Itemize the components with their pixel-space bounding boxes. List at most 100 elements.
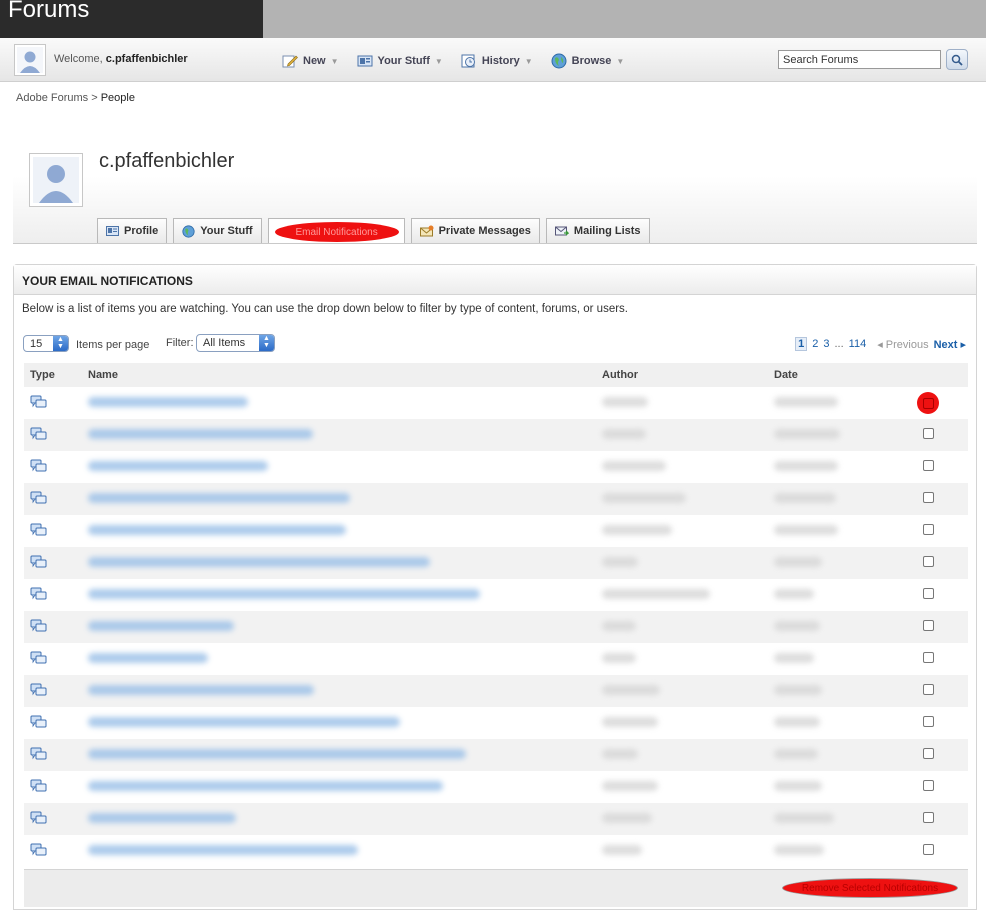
row-author-cell[interactable]	[596, 387, 768, 419]
page-3[interactable]: 3	[823, 338, 829, 350]
tab-email-notifications[interactable]: Email Notifications	[267, 218, 405, 243]
row-name-cell[interactable]	[82, 643, 596, 675]
table-row[interactable]	[24, 739, 968, 771]
tab-profile[interactable]: Profile	[97, 218, 168, 243]
nav-browse[interactable]: Browse ▼	[551, 53, 624, 69]
row-name-cell[interactable]	[82, 419, 596, 451]
search-button[interactable]	[946, 49, 968, 70]
row-name-cell[interactable]	[82, 451, 596, 483]
table-row[interactable]	[24, 771, 968, 803]
table-row[interactable]	[24, 387, 968, 419]
previous-page: ◂ Previous	[877, 338, 929, 351]
row-author-cell[interactable]	[596, 675, 768, 707]
row-author-cell[interactable]	[596, 707, 768, 739]
row-name-cell[interactable]	[82, 739, 596, 771]
user-avatar[interactable]	[14, 44, 46, 76]
tab-mailing-lists[interactable]: Mailing Lists	[545, 218, 650, 243]
row-checkbox[interactable]	[922, 492, 934, 503]
row-author-cell[interactable]	[596, 515, 768, 547]
page-2[interactable]: 2	[812, 338, 818, 350]
table-row[interactable]	[24, 835, 968, 867]
discussion-icon	[30, 747, 47, 759]
row-author-cell[interactable]	[596, 835, 768, 867]
table-row[interactable]	[24, 675, 968, 707]
row-name-cell[interactable]	[82, 387, 596, 419]
row-name-cell[interactable]	[82, 675, 596, 707]
mailing-icon	[554, 226, 569, 236]
breadcrumb: Adobe Forums > People	[16, 92, 135, 104]
row-author-cell[interactable]	[596, 579, 768, 611]
row-checkbox[interactable]	[922, 780, 934, 791]
table-row[interactable]	[24, 515, 968, 547]
row-checkbox[interactable]	[922, 748, 934, 759]
nav-history-label: History	[481, 55, 520, 67]
nav-history[interactable]: History ▼	[461, 53, 533, 69]
row-author-cell[interactable]	[596, 483, 768, 515]
row-name-cell[interactable]	[82, 483, 596, 515]
next-page[interactable]: Next ▸	[934, 338, 966, 351]
row-date-cell	[768, 803, 888, 835]
row-author-cell[interactable]	[596, 547, 768, 579]
breadcrumb-root[interactable]: Adobe Forums	[16, 92, 88, 104]
row-type-cell	[24, 707, 82, 739]
table-row[interactable]	[24, 579, 968, 611]
row-author-cell[interactable]	[596, 643, 768, 675]
table-row[interactable]	[24, 611, 968, 643]
welcome-username[interactable]: c.pfaffenbichler	[106, 53, 188, 65]
row-checkbox[interactable]	[922, 524, 934, 535]
row-checkbox[interactable]	[922, 844, 934, 855]
nav-your-stuff[interactable]: Your Stuff ▼	[357, 53, 443, 69]
row-type-cell	[24, 739, 82, 771]
row-checkbox[interactable]	[917, 392, 939, 414]
row-checkbox[interactable]	[922, 588, 934, 599]
page-last[interactable]: 114	[849, 338, 867, 350]
previous-page-label: Previous	[885, 338, 929, 351]
profile-tabs: Profile Your Stuff Email Notifications P…	[97, 218, 650, 243]
remove-selected-button[interactable]: Remove Selected Notifications	[782, 878, 958, 898]
pencil-icon	[282, 55, 298, 68]
row-author-cell[interactable]	[596, 803, 768, 835]
tab-your-stuff[interactable]: Your Stuff	[173, 218, 262, 243]
row-author-cell[interactable]	[596, 771, 768, 803]
row-name-cell[interactable]	[82, 771, 596, 803]
nav-new[interactable]: New ▼	[282, 53, 339, 69]
row-select-cell	[888, 739, 968, 771]
page-1[interactable]: 1	[795, 337, 808, 351]
panel-footer: Remove Selected Notifications	[24, 869, 968, 907]
filter-select[interactable]: All Items ▲ ▼	[196, 334, 275, 352]
row-name-cell[interactable]	[82, 835, 596, 867]
row-checkbox[interactable]	[922, 716, 934, 727]
search-input[interactable]	[778, 50, 941, 69]
row-author-cell[interactable]	[596, 739, 768, 771]
row-checkbox[interactable]	[922, 556, 934, 567]
row-checkbox[interactable]	[922, 460, 934, 471]
row-checkbox[interactable]	[922, 652, 934, 663]
table-row[interactable]	[24, 707, 968, 739]
items-per-page-select[interactable]: 15 ▲ ▼	[23, 335, 69, 352]
row-name-cell[interactable]	[82, 707, 596, 739]
table-row[interactable]	[24, 451, 968, 483]
row-date-cell	[768, 387, 888, 419]
table-row[interactable]	[24, 547, 968, 579]
row-name-cell[interactable]	[82, 803, 596, 835]
table-row[interactable]	[24, 803, 968, 835]
discussion-icon	[30, 555, 47, 567]
row-author-cell[interactable]	[596, 419, 768, 451]
row-checkbox[interactable]	[922, 620, 934, 631]
checkbox-icon	[922, 397, 934, 409]
row-name-cell[interactable]	[82, 611, 596, 643]
row-name-cell[interactable]	[82, 579, 596, 611]
row-name-cell[interactable]	[82, 547, 596, 579]
row-name-cell[interactable]	[82, 515, 596, 547]
tab-private-messages[interactable]: Private Messages	[410, 218, 540, 243]
table-row[interactable]	[24, 643, 968, 675]
table-row[interactable]	[24, 419, 968, 451]
table-row[interactable]	[24, 483, 968, 515]
row-checkbox[interactable]	[922, 684, 934, 695]
row-checkbox[interactable]	[922, 812, 934, 823]
row-author-cell[interactable]	[596, 451, 768, 483]
row-date-cell	[768, 451, 888, 483]
row-checkbox[interactable]	[922, 428, 934, 439]
row-author-cell[interactable]	[596, 611, 768, 643]
row-date-cell	[768, 707, 888, 739]
